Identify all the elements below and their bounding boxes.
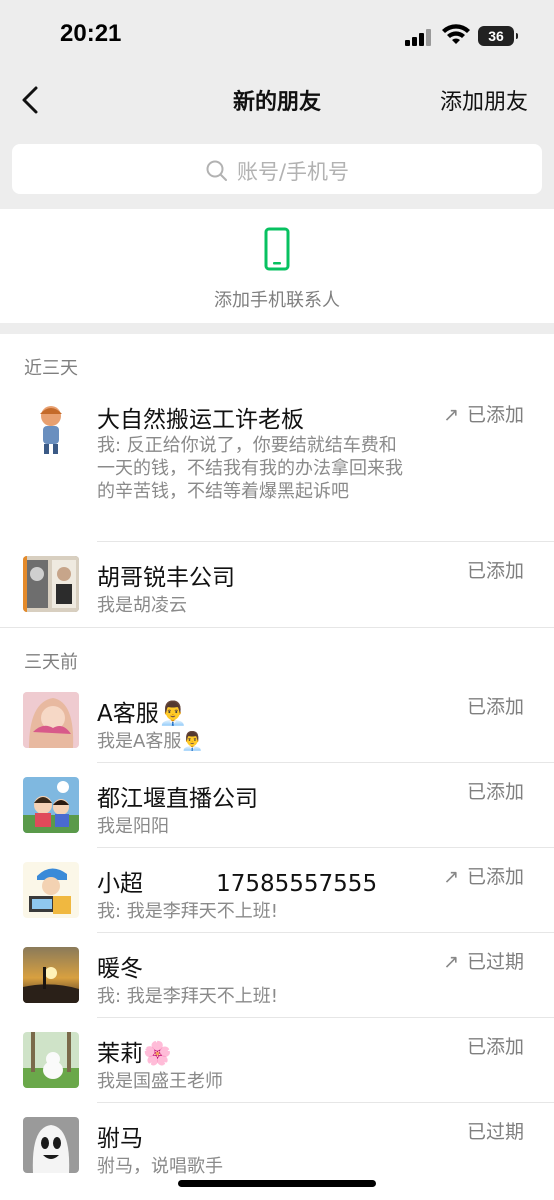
friend-name: 都江堰直播公司 [97, 786, 258, 812]
avatar [23, 556, 79, 612]
friend-status: ↗ 已过期 [443, 951, 524, 973]
friend-status: 已添加 [466, 1036, 524, 1058]
friend-name: 茉莉🌸 [97, 1041, 172, 1067]
friend-name: 暖冬 [97, 956, 143, 982]
section-divider [0, 627, 554, 678]
section-header-recent: 近三天 [24, 358, 78, 379]
avatar [23, 1032, 79, 1088]
friend-status: 已过期 [466, 1121, 524, 1143]
friend-row[interactable]: 小超 17585557555 我: 我是李拜天不上班! ↗ 已添加 [0, 848, 554, 933]
avatar [23, 947, 79, 1003]
battery-icon: 36 [478, 26, 518, 46]
friend-row[interactable]: 都江堰直播公司 我是阳阳 已添加 [0, 763, 554, 848]
friend-row[interactable]: A客服👨‍💼 我是A客服👨‍💼 已添加 [0, 678, 554, 763]
friend-list: 近三天 大自然搬运工许老板 我: 反正给你说了，你要结就结车费和一天的钱，不结我… [0, 334, 554, 1200]
friend-message: 我是A客服👨‍💼 [97, 731, 204, 752]
clock: 20:21 [60, 20, 122, 47]
friend-message: 我: 我是李拜天不上班! [97, 901, 279, 922]
friend-status: 已添加 [466, 696, 524, 718]
home-indicator [178, 1180, 376, 1187]
friend-message: 我: 我是李拜天不上班! [97, 986, 279, 1007]
cellular-signal-icon [405, 28, 433, 46]
friend-row[interactable]: 胡哥锐丰公司 我是胡凌云 已添加 [0, 542, 554, 627]
friend-message: 我是阳阳 [97, 816, 169, 837]
friend-status: 已添加 [466, 560, 524, 582]
avatar [23, 862, 79, 918]
add-phone-contacts-label: 添加手机联系人 [214, 290, 340, 311]
friend-name: A客服👨‍💼 [97, 701, 188, 727]
friend-name: 驸马 [97, 1126, 143, 1152]
friend-status: 已添加 [466, 781, 524, 803]
section-header-older: 三天前 [24, 652, 78, 673]
avatar [23, 402, 79, 458]
status-bar: 20:21 36 [0, 0, 554, 72]
outgoing-arrow-icon: ↗ [443, 951, 459, 973]
friend-message: 我是国盛王老师 [97, 1071, 223, 1092]
friend-row[interactable]: 暖冬 我: 我是李拜天不上班! ↗ 已过期 [0, 933, 554, 1018]
add-phone-contacts[interactable]: 添加手机联系人 [0, 209, 554, 323]
phone-icon [264, 227, 290, 271]
friend-row[interactable]: 茉莉🌸 我是国盛王老师 已添加 [0, 1018, 554, 1103]
friend-row[interactable]: 大自然搬运工许老板 我: 反正给你说了，你要结就结车费和一天的钱，不结我有我的办… [0, 392, 554, 542]
nav-bar: 新的朋友 添加朋友 [0, 72, 554, 128]
friend-name: 大自然搬运工许老板 [97, 407, 304, 433]
friend-message: 我是胡凌云 [97, 595, 187, 616]
friend-name: 胡哥锐丰公司 [97, 565, 235, 591]
avatar [23, 692, 79, 748]
friend-row[interactable]: 驸马 驸马，说唱歌手 已过期 [0, 1103, 554, 1188]
search-placeholder: 账号/手机号 [236, 160, 350, 184]
friend-name: 小超 17585557555 [97, 871, 378, 897]
avatar [23, 777, 79, 833]
friend-message: 驸马，说唱歌手 [97, 1156, 223, 1177]
avatar [23, 1117, 79, 1173]
friend-message: 我: 反正给你说了，你要结就结车费和一天的钱，不结我有我的办法拿回来我的辛苦钱，… [97, 435, 403, 502]
outgoing-arrow-icon: ↗ [443, 866, 459, 888]
wifi-icon [442, 24, 470, 44]
add-friend-button[interactable]: 添加朋友 [440, 84, 528, 116]
friend-status: ↗ 已添加 [443, 866, 524, 888]
search-input[interactable]: 账号/手机号 [12, 144, 542, 194]
friend-status: ↗ 已添加 [443, 404, 524, 426]
search-icon [206, 160, 227, 181]
outgoing-arrow-icon: ↗ [443, 404, 459, 426]
